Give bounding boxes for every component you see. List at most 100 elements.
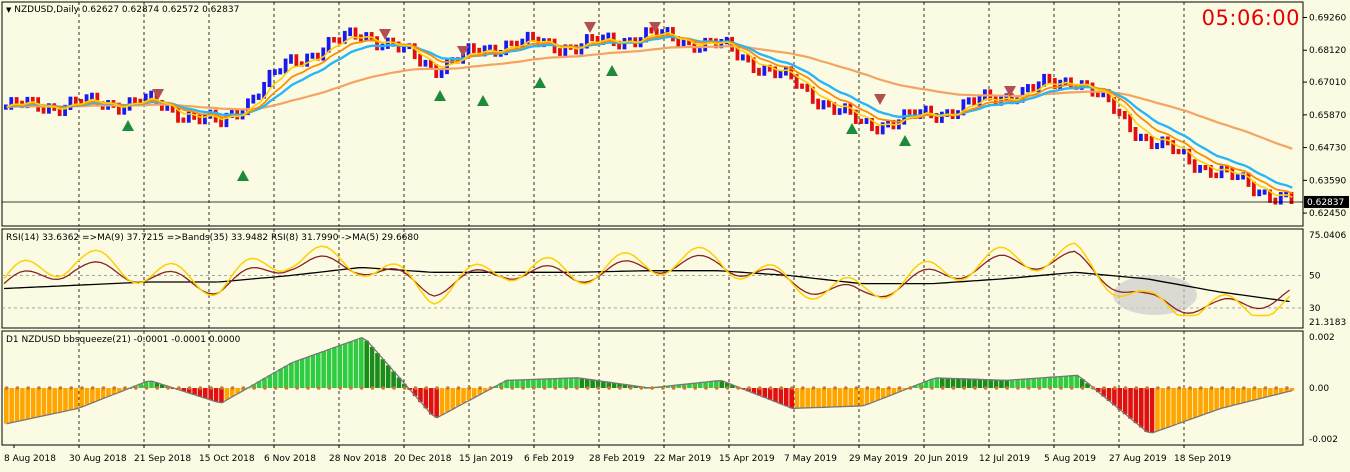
histogram-bar [294,360,300,388]
bear-bar [929,105,933,119]
squeeze-dot [1123,386,1128,390]
squeeze-dot [263,386,267,390]
squeeze-dot [650,386,654,390]
buy-arrow-icon [237,170,249,181]
squeeze-dot [15,386,20,390]
bear-bar [558,48,562,56]
squeeze-dot [4,386,9,390]
squeeze-dot [661,386,665,390]
bull-bar [251,94,256,104]
histogram-bar [843,388,848,407]
squeeze-dot [510,386,515,390]
histogram-bar [977,379,983,388]
bear-bar [757,67,761,76]
bear-bar [1192,159,1197,173]
bear-bar [816,98,821,110]
histogram-bar [52,388,57,414]
squeeze-dot [919,386,923,390]
histogram-bar [773,388,778,402]
squeeze-dot [230,386,235,390]
squeeze-dot [295,386,299,390]
histogram-bar [880,388,886,399]
histogram-bar [590,379,595,388]
squeeze-dot [1048,386,1053,390]
histogram-bar [859,388,864,406]
squeeze-dot [338,386,342,390]
squeeze-dot [714,386,719,390]
histogram-bar [219,388,224,403]
price-tick-label: 0.69260 [1309,14,1346,24]
bull-bar [966,97,971,105]
squeeze-dot [155,386,160,390]
bull-bar [762,64,767,76]
time-axis-label: 15 Oct 2018 [199,454,255,464]
bull-bar [385,37,390,49]
buy-arrow-icon [899,135,911,146]
squeeze-dot [187,386,192,390]
histogram-bar [359,337,364,388]
buy-arrow-icon [534,77,546,88]
squeeze-dot [1156,386,1160,390]
bear-bar [337,37,342,44]
histogram-bar [353,339,359,388]
histogram-bar [1160,388,1166,429]
bear-bar [418,53,422,67]
histogram-bar [837,388,843,407]
time-axis-label: 6 Nov 2018 [264,454,316,464]
histogram-bar [708,381,714,388]
histogram-bar [999,380,1004,388]
price-tick-label: 0.68120 [1309,46,1346,56]
squeeze-dot [779,386,784,390]
histogram-bar [1203,388,1209,414]
bull-bar [1219,165,1224,179]
histogram-bar [14,388,20,422]
histogram-bar [471,388,477,398]
squeeze-dot [575,386,579,390]
chart-window[interactable]: 0.69260 0.68120 0.67010 0.65870 0.64730 0.635… [0,0,1350,468]
histogram-bar [875,388,881,401]
histogram-bar [558,378,563,388]
histogram-bar [25,388,31,420]
bull-bar [278,68,283,75]
histogram-bar [315,353,321,388]
histogram-bar [1230,388,1236,406]
histogram-bar [41,388,47,416]
histogram-bar [870,388,875,403]
histogram-bar [1187,388,1192,420]
bull-bar [740,54,745,61]
price-tick-label: 0.65870 [1309,111,1346,121]
histogram-bar [461,388,466,404]
bull-bar [310,52,315,59]
bear-bar [1047,73,1052,84]
histogram-bar [1009,379,1015,388]
collapse-triangle-icon[interactable]: ▼ [6,6,11,14]
histogram-bar [805,388,811,408]
histogram-bar [1052,376,1058,388]
bull-bar [423,59,428,67]
histogram-bar [1208,388,1214,412]
histogram-bar [821,388,827,408]
squeeze-dot [757,386,762,390]
bull-bar [1257,189,1262,197]
squeeze-dot [521,386,525,390]
squeeze-dot [499,386,504,390]
bear-bar [1117,108,1122,117]
squeeze-dot [478,386,482,390]
squeeze-dot [316,386,321,390]
squeeze-dot [112,386,117,390]
histogram-bar [1214,388,1219,410]
squeeze-dot [37,386,41,390]
histogram-bar [278,368,283,388]
squeeze-dot [1112,386,1117,390]
squeeze-dot [747,386,751,390]
squeeze-dot [1145,386,1149,390]
histogram-bar [1112,388,1117,406]
bull-bar [864,118,869,124]
bull-bar [1262,189,1267,195]
histogram-bar [95,388,101,401]
bear-bar [1122,111,1127,120]
squeeze-dot [1016,386,1020,390]
time-axis-label: 27 Aug 2019 [1109,454,1167,464]
bull-bar [1063,77,1068,85]
squeeze-dot [628,386,633,390]
